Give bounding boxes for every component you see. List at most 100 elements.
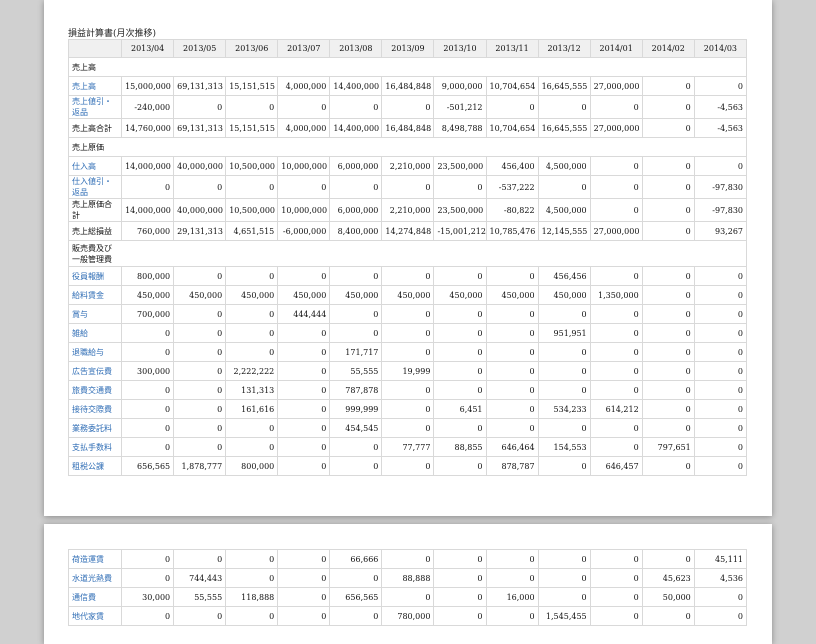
amount-cell: -80,822 (485, 198, 539, 222)
amount-cell: 0 (329, 568, 383, 588)
amount-cell: 0 (433, 606, 487, 626)
amount-cell: 0 (641, 399, 695, 419)
report-page-2: 荷造運賃 0 0 0 0 66,666 0 0 0 0 0 0 45,111 水道光熱費 0 744,443 0… (44, 524, 772, 644)
amount-cell: 0 (693, 437, 748, 457)
amount-cell: 1,545,455 (537, 606, 591, 626)
account-row: 売上高 15,000,000 69,131,313 15,151,515 4,000,0… (67, 76, 748, 96)
month-header: 2014/03 (693, 39, 748, 58)
amount-cell: 16,484,848 (381, 118, 435, 138)
amount-cell: 0 (589, 587, 643, 607)
account-link[interactable]: 旅費交通費 (72, 386, 112, 395)
amount-cell: 93,267 (693, 221, 748, 241)
account-link[interactable]: 雑給 (72, 329, 88, 338)
amount-cell: 444,444 (277, 304, 331, 324)
amount-cell: 15,000,000 (121, 76, 175, 96)
amount-cell: 0 (277, 549, 331, 569)
amount-cell: 0 (433, 418, 487, 438)
account-label-cell: 接待交際費 (67, 399, 123, 419)
account-link[interactable]: 売上値引・返品 (72, 97, 112, 117)
amount-cell: 0 (225, 418, 279, 438)
amount-cell: 16,484,848 (381, 76, 435, 96)
account-label-cell: 水道光熱費 (67, 568, 123, 588)
account-link[interactable]: 賞与 (72, 310, 88, 319)
amount-cell: 0 (641, 380, 695, 400)
amount-cell: 454,545 (329, 418, 383, 438)
amount-cell: 0 (121, 549, 175, 569)
account-link[interactable]: 租税公課 (72, 462, 104, 471)
amount-cell: 0 (641, 361, 695, 381)
account-link[interactable]: 売上高 (72, 82, 96, 91)
amount-cell: 0 (225, 342, 279, 362)
month-header: 2013/09 (381, 39, 435, 58)
amount-cell: 6,000,000 (329, 156, 383, 176)
amount-cell: 0 (693, 266, 748, 286)
amount-cell: 646,464 (485, 437, 539, 457)
account-link[interactable]: 支払手数料 (72, 443, 112, 452)
month-header: 2013/10 (433, 39, 487, 58)
amount-cell: 0 (537, 361, 591, 381)
account-link[interactable]: 仕入高 (72, 162, 96, 171)
amount-cell: -97,830 (693, 175, 748, 199)
amount-cell: 0 (329, 456, 383, 476)
amount-cell: 0 (641, 156, 695, 176)
amount-cell: 0 (277, 456, 331, 476)
amount-cell: 0 (173, 95, 227, 119)
total-label: 売上総損益 (67, 221, 123, 241)
account-label-cell: 広告宣伝費 (67, 361, 123, 381)
account-link[interactable]: 役員報酬 (72, 272, 104, 281)
amount-cell: 0 (173, 342, 227, 362)
amount-cell: 0 (433, 380, 487, 400)
amount-cell: 0 (537, 568, 591, 588)
account-link[interactable]: 荷造運賃 (72, 555, 104, 564)
amount-cell: 0 (329, 323, 383, 343)
amount-cell: 0 (693, 587, 748, 607)
amount-cell: 6,000,000 (329, 198, 383, 222)
amount-cell: 0 (641, 323, 695, 343)
amount-cell: 29,131,313 (173, 221, 227, 241)
account-link[interactable]: 仕入値引・返品 (72, 177, 112, 197)
account-link[interactable]: 地代家賃 (72, 612, 104, 621)
amount-cell: 14,760,000 (121, 118, 175, 138)
amount-cell: 14,400,000 (329, 118, 383, 138)
amount-cell: 0 (485, 606, 539, 626)
account-link[interactable]: 通信費 (72, 593, 96, 602)
account-row: 支払手数料 0 0 0 0 0 77,777 88,855 646,464 154,553 0 797… (67, 437, 748, 457)
amount-cell: 0 (381, 95, 435, 119)
amount-cell: 23,500,000 (433, 198, 487, 222)
account-link[interactable]: 退職給与 (72, 348, 104, 357)
amount-cell: 0 (485, 549, 539, 569)
account-link[interactable]: 業務委託料 (72, 424, 112, 433)
account-link[interactable]: 給料賃金 (72, 291, 104, 300)
amount-cell: 0 (589, 361, 643, 381)
amount-cell: 0 (641, 95, 695, 119)
section-header-row: 売上高 (68, 57, 747, 77)
amount-cell: 0 (589, 437, 643, 457)
amount-cell: 0 (433, 549, 487, 569)
section-label: 販売費及び一般管理費 (68, 240, 747, 267)
account-link[interactable]: 水道光熱費 (72, 574, 112, 583)
amount-cell: 16,000 (485, 587, 539, 607)
amount-cell: 0 (381, 549, 435, 569)
account-link[interactable]: 接待交際費 (72, 405, 112, 414)
amount-cell: 45,111 (693, 549, 748, 569)
amount-cell: 780,000 (381, 606, 435, 626)
amount-cell: 0 (225, 606, 279, 626)
account-link[interactable]: 広告宣伝費 (72, 367, 112, 376)
amount-cell: 0 (329, 304, 383, 324)
account-row: 仕入高 14,000,000 40,000,000 10,500,000 10,000,… (67, 156, 748, 176)
amount-cell: 1,878,777 (173, 456, 227, 476)
amount-cell: 450,000 (433, 285, 487, 305)
amount-cell: -240,000 (121, 95, 175, 119)
amount-cell: 15,151,515 (225, 118, 279, 138)
amount-cell: 0 (537, 342, 591, 362)
amount-cell: 0 (641, 266, 695, 286)
amount-cell: 27,000,000 (589, 76, 643, 96)
amount-cell: 0 (537, 587, 591, 607)
amount-cell: 0 (589, 418, 643, 438)
account-label-cell: 支払手数料 (67, 437, 123, 457)
amount-cell: 171,717 (329, 342, 383, 362)
amount-cell: 646,457 (589, 456, 643, 476)
amount-cell: 656,565 (121, 456, 175, 476)
amount-cell: 0 (173, 323, 227, 343)
amount-cell: 0 (589, 175, 643, 199)
